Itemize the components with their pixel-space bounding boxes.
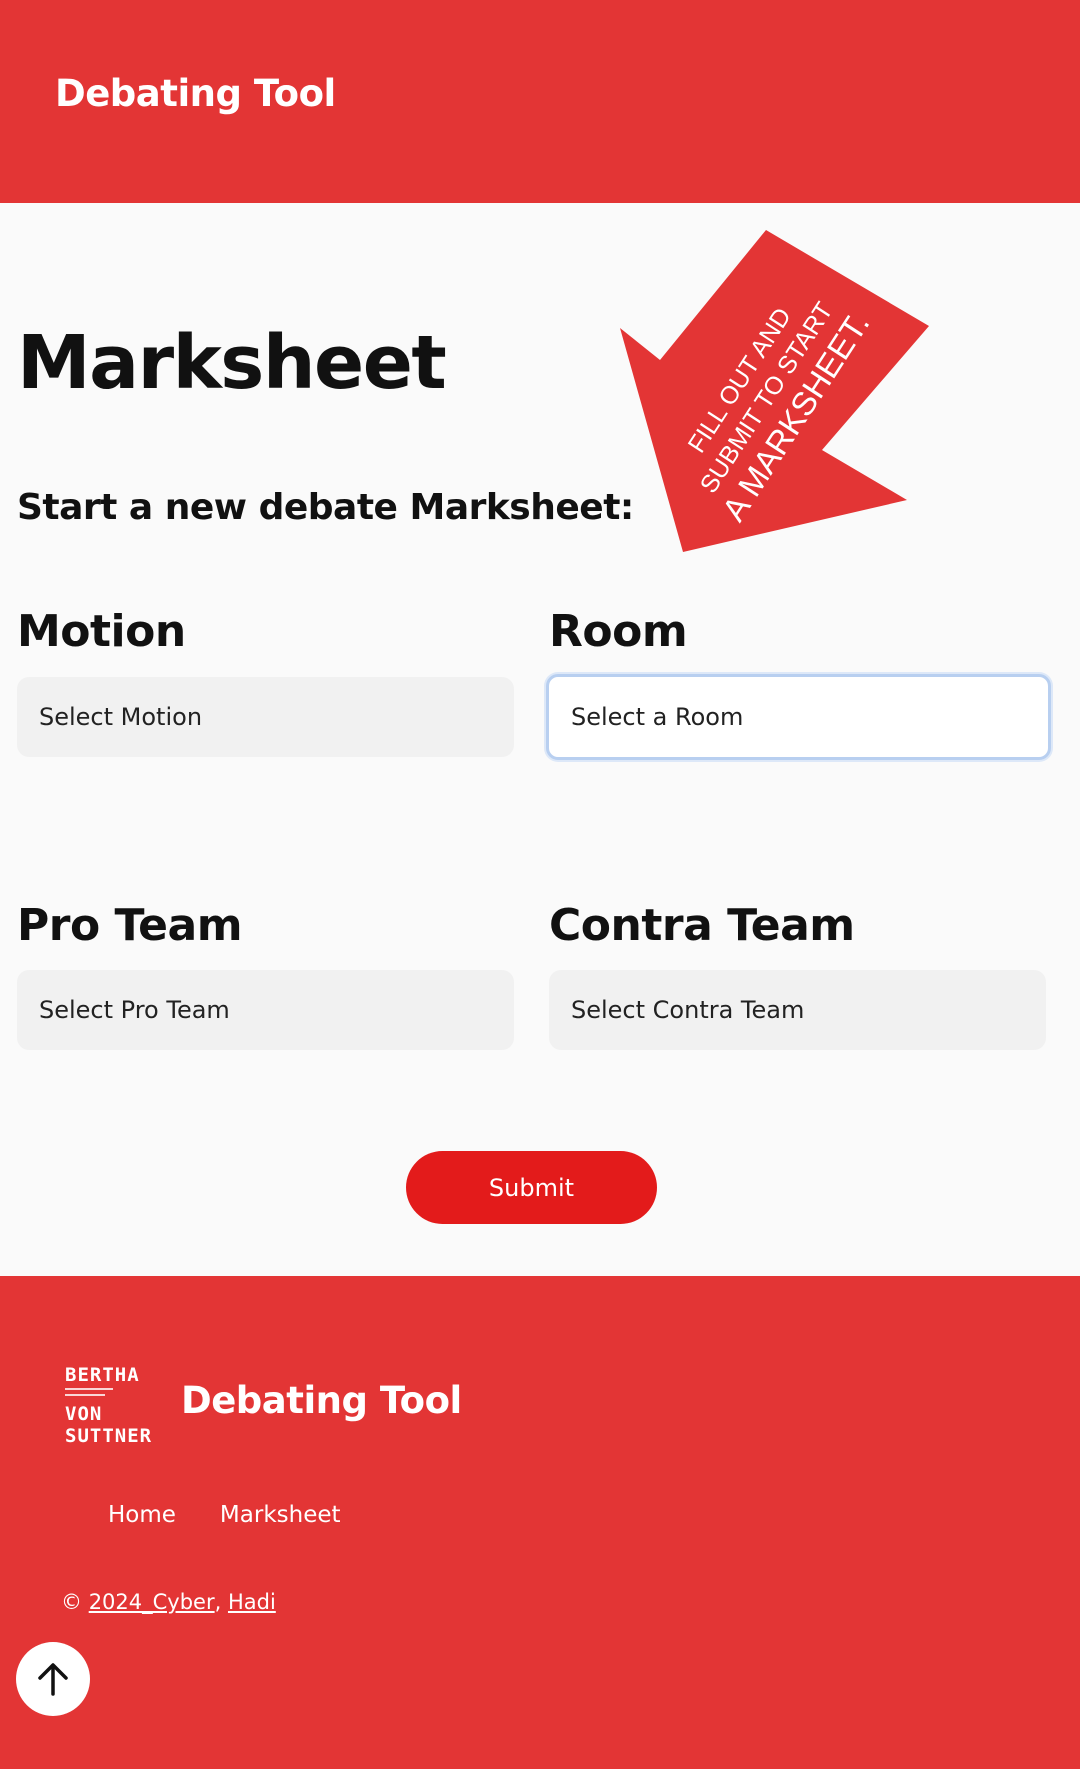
footer: BERTHA VON SUTTNER Debating Tool Home Ma… (0, 1276, 1080, 1769)
logo-line-1: BERTHA (65, 1364, 140, 1386)
footer-link-marksheet[interactable]: Marksheet (220, 1502, 341, 1528)
callout-arrow-shape: FILL OUT AND SUBMIT TO START A MARKSHEET… (620, 230, 929, 552)
contra-team-select-value: Select Contra Team (571, 996, 805, 1024)
logo-line-2: VON (65, 1403, 103, 1425)
header-brand[interactable]: Debating Tool (55, 72, 336, 115)
back-to-top-button[interactable] (16, 1642, 90, 1716)
copyright-link-cyber[interactable]: 2024_Cyber (89, 1590, 215, 1614)
logo-divider (65, 1388, 113, 1390)
callout-arrow: FILL OUT AND SUBMIT TO START A MARKSHEET… (620, 230, 940, 560)
motion-select-value: Select Motion (39, 703, 203, 731)
copyright-link-hadi[interactable]: Hadi (228, 1590, 276, 1614)
logo-divider (65, 1394, 105, 1396)
motion-select[interactable]: Select Motion (17, 677, 514, 757)
room-select-value: Select a Room (571, 703, 744, 731)
top-header: Debating Tool (0, 0, 1080, 203)
room-select[interactable]: Select a Room (546, 674, 1051, 760)
motion-label: Motion (17, 606, 186, 657)
submit-button[interactable]: Submit (406, 1151, 657, 1224)
footer-nav: Home Marksheet (108, 1502, 341, 1528)
copyright-prefix: © (61, 1590, 89, 1614)
footer-brand[interactable]: Debating Tool (181, 1379, 462, 1422)
logo-line-3: SUTTNER (65, 1425, 153, 1447)
copyright-separator: , (214, 1590, 228, 1614)
footer-link-home[interactable]: Home (108, 1502, 176, 1528)
pro-team-select[interactable]: Select Pro Team (17, 970, 514, 1050)
copyright: © 2024_Cyber, Hadi (61, 1590, 276, 1614)
room-label: Room (549, 606, 688, 657)
contra-team-select[interactable]: Select Contra Team (549, 970, 1046, 1050)
pro-team-label: Pro Team (17, 900, 243, 951)
contra-team-label: Contra Team (549, 900, 855, 951)
pro-team-select-value: Select Pro Team (39, 996, 230, 1024)
school-logo[interactable]: BERTHA VON SUTTNER (65, 1364, 151, 1448)
page-subtitle: Start a new debate Marksheet: (17, 487, 634, 528)
arrow-up-icon (38, 1663, 68, 1696)
page-title: Marksheet (17, 320, 447, 406)
